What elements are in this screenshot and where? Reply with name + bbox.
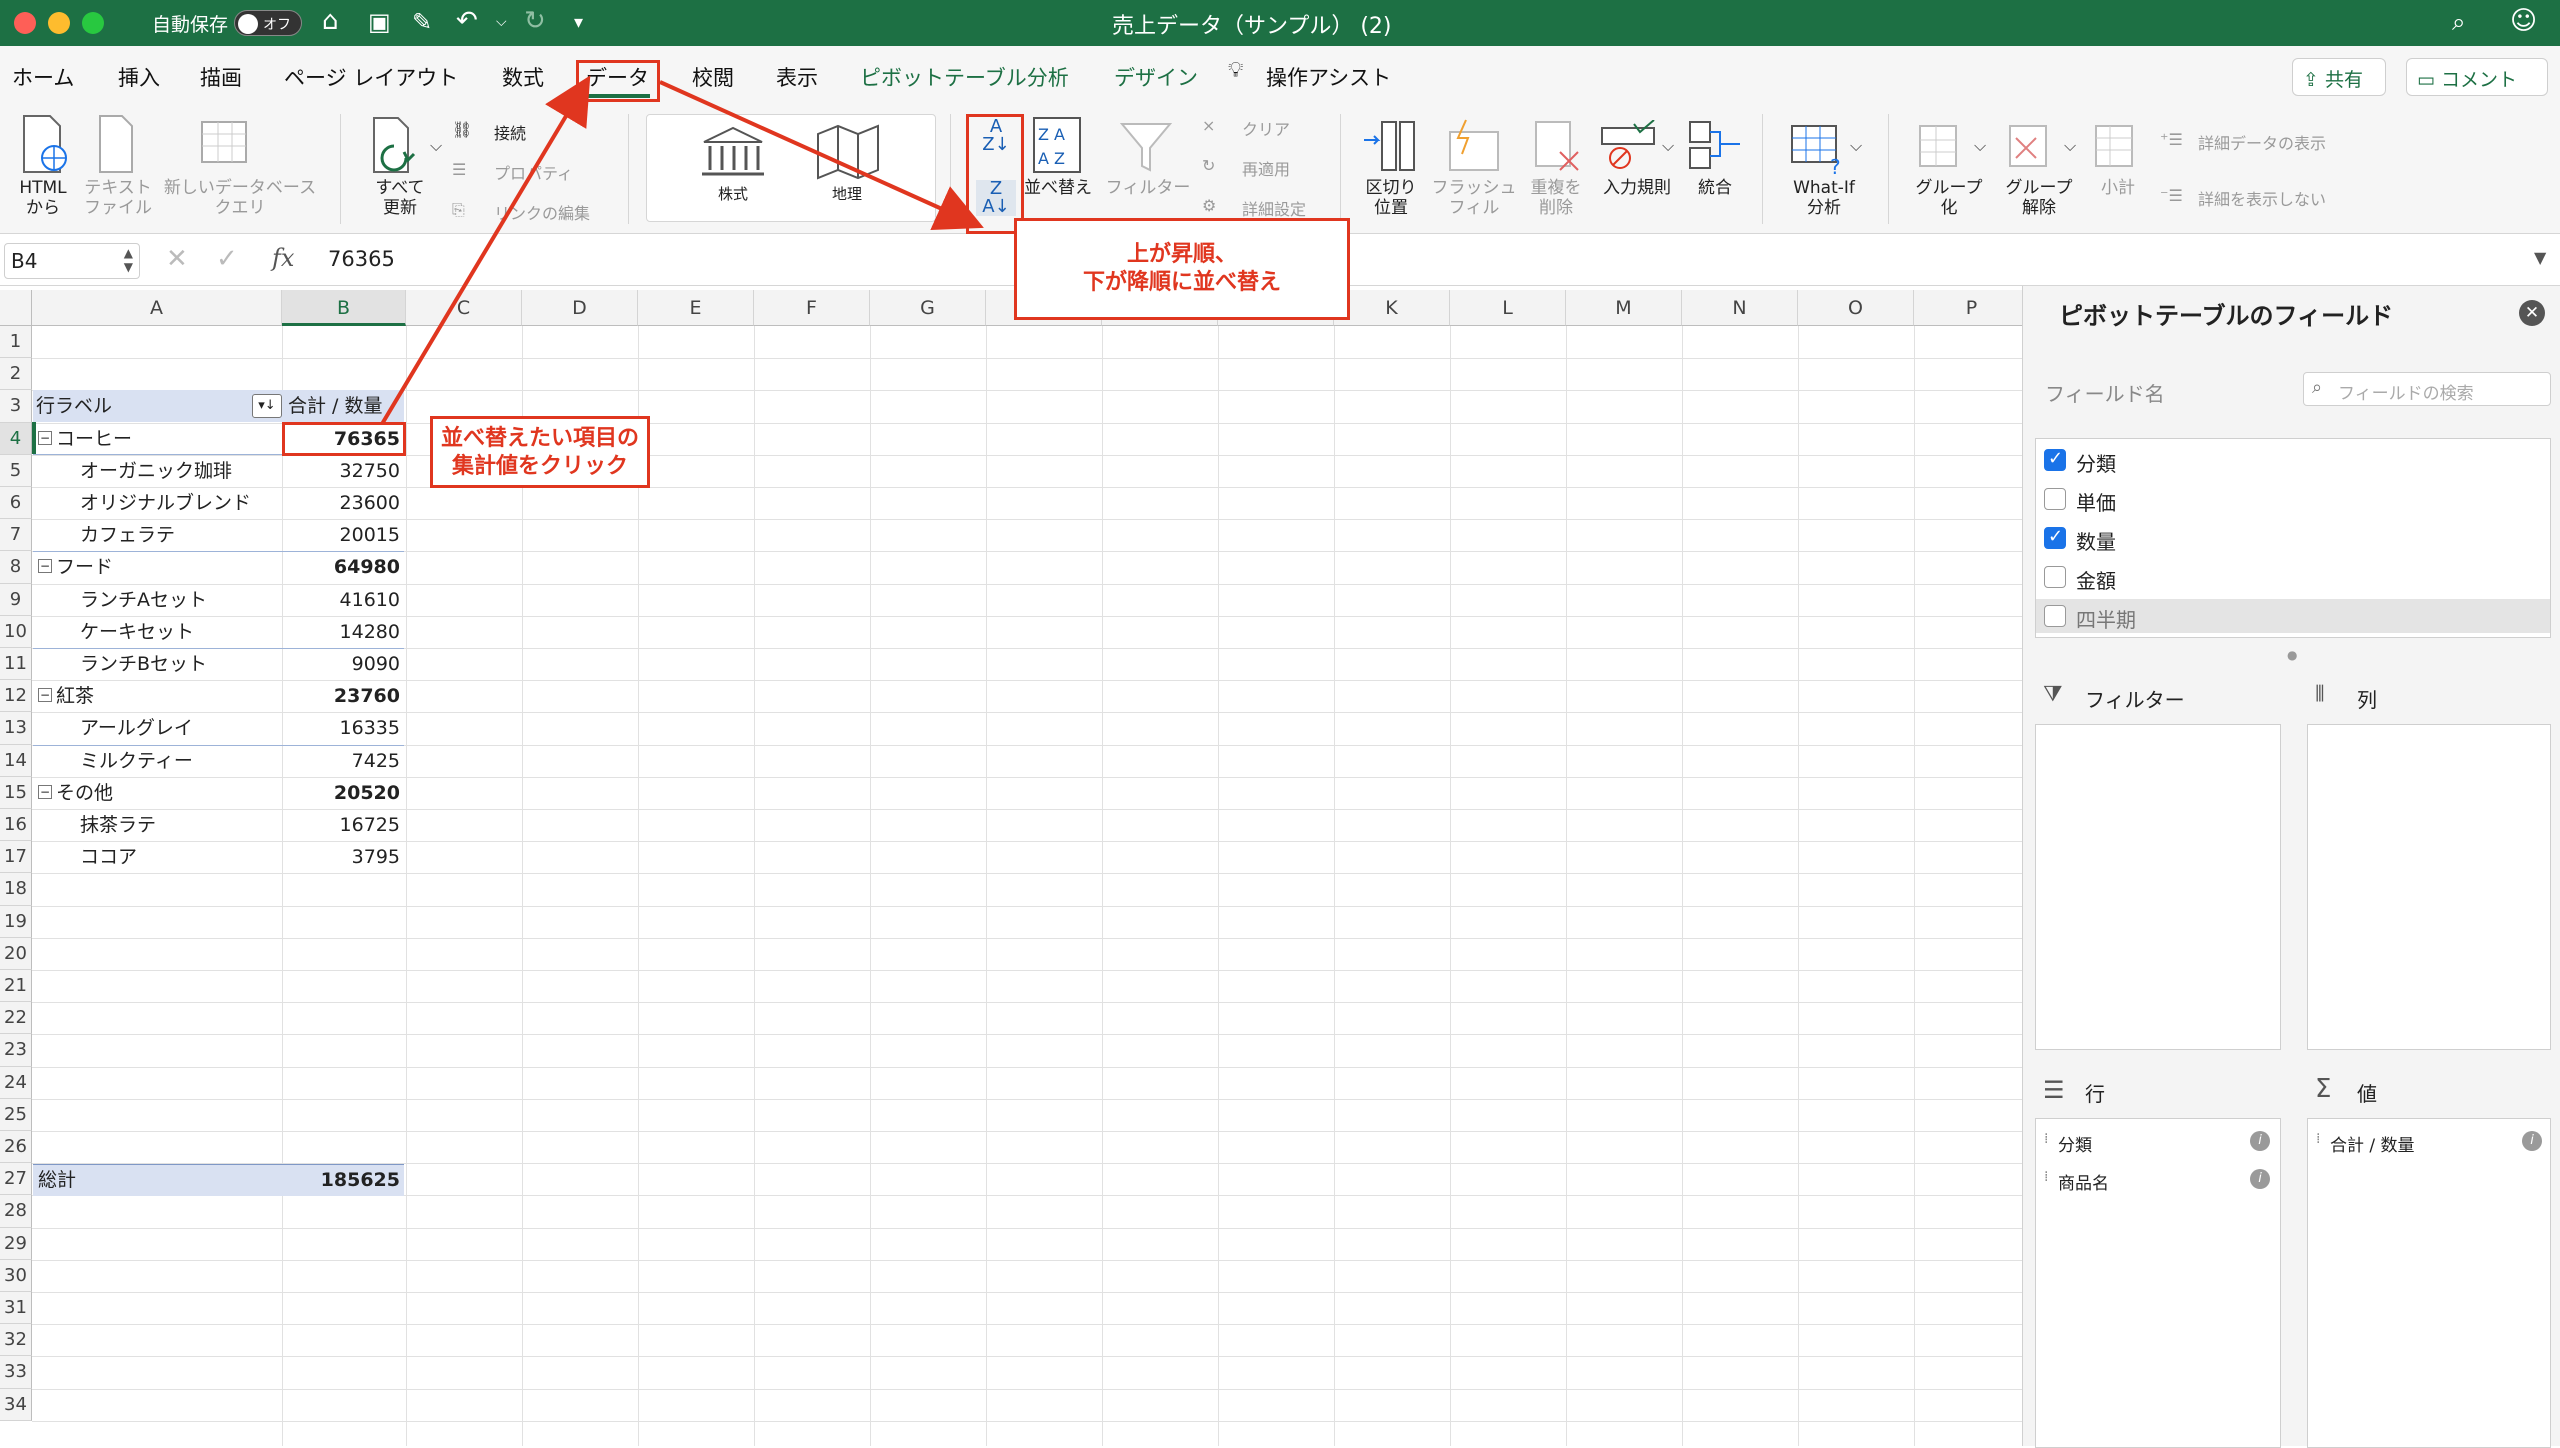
field-checkbox[interactable] (2044, 488, 2066, 510)
field-name: 四半期 (2076, 608, 2136, 632)
rows-drop-area[interactable]: ⁞ 分類 i ⁞ 商品名 i (2035, 1118, 2281, 1448)
field-checkbox[interactable] (2044, 605, 2066, 627)
field-search-input[interactable]: ⌕ フィールドの検索 (2303, 372, 2551, 406)
pane-title: ピボットテーブルのフィールド (2059, 302, 2394, 330)
drag-handle-icon[interactable]: ⁞ (2044, 1131, 2048, 1147)
area-field-name: 商品名 (2058, 1174, 2109, 1194)
filters-drop-area[interactable] (2035, 724, 2281, 1050)
field-name: 金額 (2076, 569, 2116, 593)
field-name: 単価 (2076, 491, 2116, 515)
filter-area-icon: ⧩ (2043, 682, 2063, 707)
info-icon[interactable]: i (2522, 1131, 2542, 1151)
area-field-name: 分類 (2058, 1136, 2092, 1156)
field-list: ✓ 分類単価 ✓ 数量金額四半期 (2035, 438, 2551, 638)
splitter-handle-icon[interactable]: ● (2287, 648, 2297, 662)
values-drop-area[interactable]: ⁞ 合計 / 数量 i (2307, 1118, 2551, 1448)
drag-handle-icon[interactable]: ⁞ (2044, 1169, 2048, 1185)
values-area-icon: Σ (2315, 1074, 2332, 1104)
rows-area-icon: ☰ (2043, 1076, 2065, 1104)
field-search-placeholder: フィールドの検索 (2338, 384, 2474, 404)
values-area-label: 値 (2357, 1082, 2377, 1106)
field-checkbox[interactable]: ✓ (2044, 448, 2066, 471)
arrow-to-sort-buttons (659, 80, 984, 231)
field-checkbox[interactable] (2044, 566, 2066, 588)
filters-area-label: フィルター (2085, 688, 2185, 712)
area-field-item[interactable]: ⁞ 分類 i (2040, 1127, 2274, 1157)
pivottable-fields-pane: ピボットテーブルのフィールド ✕ フィールド名 ⌕ フィールドの検索 ✓ 分類 単価… (2022, 286, 2560, 1448)
columns-drop-area[interactable] (2307, 724, 2551, 1050)
rows-area-label: 行 (2085, 1082, 2105, 1106)
info-icon[interactable]: i (2250, 1169, 2270, 1189)
field-name: 分類 (2076, 452, 2116, 476)
area-field-name: 合計 / 数量 (2330, 1136, 2415, 1156)
arrow-to-data-tab (380, 75, 591, 426)
area-field-item[interactable]: ⁞ 合計 / 数量 i (2312, 1127, 2546, 1157)
field-name-label: フィールド名 (2045, 382, 2165, 406)
drag-handle-icon[interactable]: ⁞ (2316, 1131, 2320, 1147)
field-checkbox[interactable]: ✓ (2044, 526, 2066, 549)
checkmark-icon: ✓ (2048, 526, 2064, 547)
close-pane-icon[interactable]: ✕ (2519, 300, 2545, 326)
info-icon[interactable]: i (2250, 1131, 2270, 1151)
area-field-item[interactable]: ⁞ 商品名 i (2040, 1165, 2274, 1195)
columns-area-label: 列 (2357, 688, 2377, 712)
checkmark-icon: ✓ (2048, 448, 2064, 469)
columns-area-icon: ⦀ (2315, 682, 2325, 707)
search-icon: ⌕ (2312, 377, 2323, 398)
field-name: 数量 (2076, 530, 2116, 554)
